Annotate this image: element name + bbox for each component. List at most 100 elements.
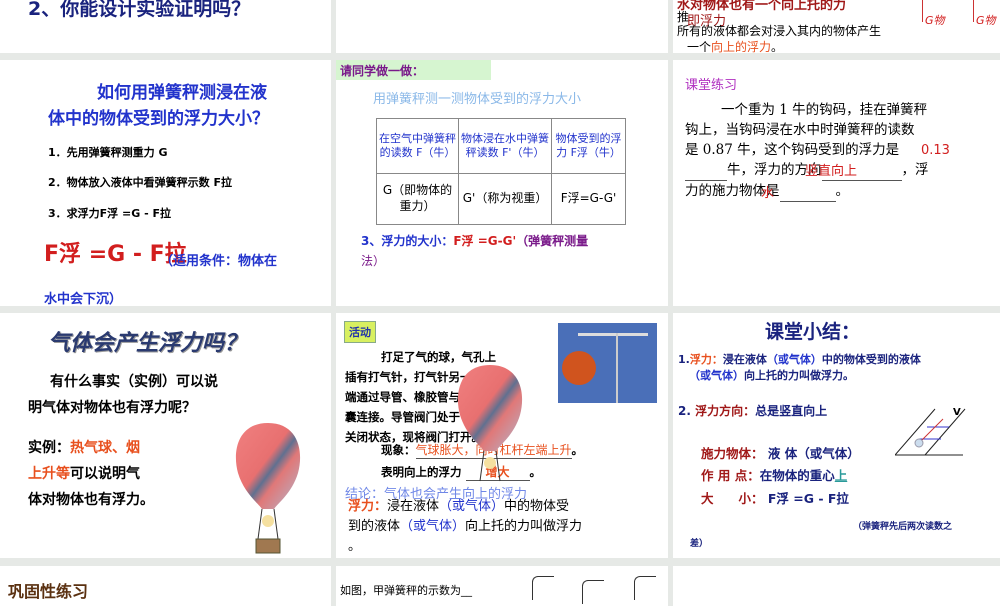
slide-text: 所有的液体都会对浸入其内的物体产生	[677, 24, 882, 38]
slide-text: （或气体）	[400, 519, 466, 534]
slide-text: 实例：	[28, 440, 70, 456]
slide-thumbnail-4[interactable]: 如何用弹簧秤测浸在液 体中的物体受到的浮力大小？ 1．先用弹簧秤测重力 G 2．…	[0, 60, 331, 306]
slide-text: 。	[529, 465, 542, 479]
slide-text: （或气体）	[439, 499, 505, 514]
slide-text: 浸在液体	[722, 353, 767, 366]
slide-text: （弹簧秤先后两次读数之	[853, 522, 953, 532]
slide-text: 浸在液体	[387, 499, 440, 514]
table-header: 物体受到的浮力 F浮（牛）	[551, 118, 626, 174]
term-label: 浮力：	[689, 353, 723, 366]
slide-text: 如图，甲弹簧秤的示数为__	[340, 584, 472, 597]
slide-header: 请同学做一做：	[336, 60, 491, 80]
slide-text: 一个	[687, 40, 712, 53]
spring-scale-icon	[582, 580, 604, 604]
step-text: 2．物体放入液体中看弹簧秤示数 F拉	[48, 176, 232, 189]
slide-title: 课堂练习	[685, 78, 738, 93]
slide-text: 体对物体也有浮力。	[28, 492, 154, 508]
force-arrow	[973, 0, 974, 22]
slide-text: 。	[771, 40, 784, 53]
activity-badge: 活动	[344, 321, 376, 343]
slide-text: 到的液体	[348, 519, 401, 534]
term-label: 作 用 点：	[701, 468, 760, 483]
term-label: 浮力：	[348, 499, 388, 514]
answer-text: 向上的浮力	[711, 38, 771, 53]
data-table: 在空气中弹簧秤的读数 F（牛） 物体浸在水中弹簧秤读数 F'（牛） 物体受到的浮力 …	[376, 118, 626, 225]
slide-text: 现象：	[381, 443, 416, 457]
slide-thumbnail-10[interactable]: 巩固性练习	[0, 566, 331, 606]
slide-text: 差）	[690, 539, 709, 549]
slide-text: 在物体的重心	[759, 468, 835, 483]
floating-object-diagram: V	[895, 407, 966, 456]
slide-text: 3、浮力的大小：	[361, 234, 454, 248]
slide-text: （或气体）	[766, 353, 822, 366]
hot-air-balloon-image	[235, 423, 301, 554]
slide-text: 一个重为 1 牛的钩码，挂在弹簧秤	[721, 102, 928, 118]
slide-text: 1.	[678, 353, 690, 366]
slide-title: 体中的物体受到的浮力大小？	[48, 109, 269, 129]
slide-title: 如何用弹簧秤测浸在液	[97, 83, 267, 103]
table-cell: G（即物体的重力）	[376, 173, 459, 225]
slide-thumbnail-9[interactable]: 课堂小结： 1.浮力：浸在液体（或气体）中的物体受到的液体 （或气体）向上托的力…	[673, 313, 1000, 558]
slide-subtitle: 用弹簧秤测一测物体受到的浮力大小	[373, 92, 582, 107]
slide-title: 课堂小结：	[765, 321, 861, 343]
slide-text: ，浮	[901, 162, 929, 178]
slide-thumbnail-6[interactable]: 课堂练习 一个重为 1 牛的钩码，挂在弹簧秤 钩上，当钩码浸在水中时弹簧秤的读数…	[673, 60, 1000, 306]
hot-air-balloon-image	[457, 365, 523, 482]
slide-text: 。	[348, 539, 362, 554]
table-header: 在空气中弹簧秤的读数 F（牛）	[376, 118, 459, 174]
slide-text: 是 0.87 牛，这个钩码受到的浮力是	[685, 142, 900, 158]
slide-thumbnail-7[interactable]: 气体会产生浮力吗？ 有什么事实（实例）可以说 明气体对物体也有浮力呢？ 实例：热…	[0, 313, 331, 558]
step-text: 3．求浮力F浮 =G - F拉	[48, 207, 171, 220]
slide-title: 气体会产生浮力吗？	[48, 331, 247, 356]
term-label: 浮力方向：	[695, 404, 756, 418]
slide-text: 中的物体受	[504, 499, 570, 514]
slide-text: 。	[835, 183, 850, 199]
highlight-text: 热气球、烟	[70, 440, 140, 456]
formula: F浮 =G-G'	[453, 234, 517, 248]
formula: F浮 =G - F拉	[767, 491, 849, 506]
force-arrow	[922, 0, 923, 22]
slide-text: 中的物体受到的液体	[821, 353, 921, 366]
answer-text: 水	[761, 186, 775, 201]
velocity-label: V	[953, 407, 961, 418]
slide-text: （弹簧秤测量	[516, 234, 589, 248]
slide-text: 2.	[678, 404, 691, 418]
spring-scale-icon	[532, 576, 554, 600]
slide-text: 法）	[361, 254, 386, 268]
spring-scale-icon	[634, 576, 656, 600]
force-label: G物	[925, 14, 945, 27]
term-label: 大 小：	[701, 491, 764, 506]
table-cell: G'（称为视重）	[457, 173, 553, 225]
slide-text: 水中会下沉）	[44, 292, 123, 306]
slide-text: 表明向上的浮力	[381, 465, 462, 479]
slide-text: （适用条件：物体在	[160, 254, 278, 269]
slide-text: 向上托的力叫做浮力。	[744, 369, 854, 382]
highlight-text: 上升等	[28, 466, 70, 482]
force-label: G物	[976, 14, 996, 27]
step-text: 1．先用弹簧秤测重力 G	[48, 146, 168, 159]
slide-text: 总是竖直向上	[755, 404, 828, 418]
slide-text: 钩上，当钩码浸在水中时弹簧秤的读数	[685, 122, 915, 138]
slide-text: 上	[834, 468, 848, 483]
slide-thumbnail-1[interactable]: 2、你能设计实验证明吗？	[0, 0, 331, 53]
slide-thumbnail-12[interactable]	[673, 566, 1000, 606]
slide-text: 明气体对物体也有浮力呢？	[28, 400, 196, 416]
slide-thumbnail-2[interactable]	[336, 0, 668, 53]
slide-title: 巩固性练习	[8, 582, 89, 601]
slide-text: 。	[571, 443, 584, 457]
slide-text: 向上托的力叫做浮力	[465, 519, 583, 534]
slide-thumbnail-8[interactable]: 活动 打足了气的球，气孔上 插有打气针，打气针另一 端通过导管、橡胶管与气球 囊…	[336, 313, 668, 558]
slide-text: 2、你能设计实验证明吗？	[28, 0, 251, 20]
slide-text: 可以说明气	[70, 466, 140, 482]
slide-thumbnail-3[interactable]: 水对物体也有一个向上托的力 推 即浮力 所有的液体都会对浸入其内的物体产生 一个…	[673, 0, 1000, 53]
answer-text: 竖直向上	[805, 164, 858, 179]
slide-thumbnail-11[interactable]: 如图，甲弹簧秤的示数为__	[336, 566, 668, 606]
table-header: 物体浸在水中弹簧秤读数 F'（牛）	[457, 118, 553, 174]
table-cell: F浮=G-G'	[551, 173, 626, 225]
experiment-photo	[558, 323, 657, 403]
slide-text: 液 体（或气体）	[767, 446, 860, 461]
slide-text: 有什么事实（实例）可以说	[50, 374, 218, 390]
answer-text: 0.13	[921, 143, 950, 158]
slide-thumbnail-5[interactable]: 请同学做一做： 用弹簧秤测一测物体受到的浮力大小 在空气中弹簧秤的读数 F（牛）…	[336, 60, 668, 306]
slide-text: （或气体）	[689, 369, 744, 382]
